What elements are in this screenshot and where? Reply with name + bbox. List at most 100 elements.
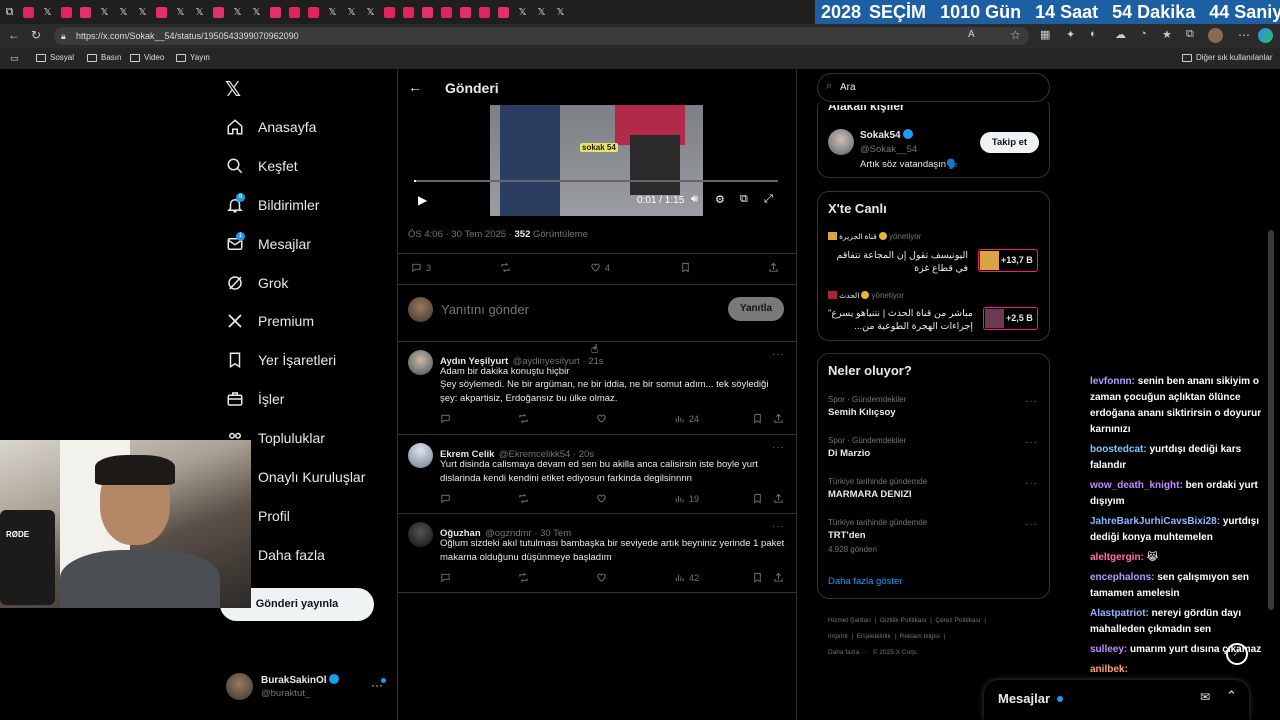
extension-icon[interactable]: ✦ bbox=[1066, 28, 1075, 41]
footer-link[interactable]: Erişilebilirlik bbox=[857, 633, 891, 640]
share-action[interactable] bbox=[768, 262, 779, 273]
reply-button[interactable]: Yanıtla bbox=[728, 297, 784, 321]
repost-action[interactable] bbox=[518, 493, 529, 504]
chat-username[interactable]: aleltgergin: bbox=[1090, 552, 1144, 563]
share-action[interactable] bbox=[773, 572, 784, 583]
browser-tab[interactable]: 𝕏 bbox=[114, 0, 133, 24]
sidebar-item-notifications[interactable]: 8 Bildirimler bbox=[226, 190, 319, 220]
reply-avatar[interactable] bbox=[408, 350, 433, 375]
sidebar-item-grok[interactable]: Grok bbox=[226, 268, 288, 298]
chat-username[interactable]: encephalons: bbox=[1090, 572, 1154, 583]
read-aloud-icon[interactable]: A bbox=[968, 29, 975, 40]
browser-tab[interactable] bbox=[76, 0, 95, 24]
related-name[interactable]: Sokak54 bbox=[860, 129, 914, 141]
like-action[interactable]: 4 bbox=[590, 262, 610, 273]
bookmark-folder-basin[interactable]: Basın bbox=[87, 53, 121, 62]
chat-username[interactable]: wow_death_knight: bbox=[1090, 480, 1183, 491]
tweet-more-icon[interactable]: ··· bbox=[772, 349, 785, 360]
browser-tab[interactable] bbox=[494, 0, 513, 24]
tweet-more-icon[interactable]: ··· bbox=[772, 521, 785, 532]
like-action[interactable] bbox=[596, 493, 607, 504]
favorites-icon[interactable]: ★ bbox=[1162, 28, 1172, 41]
footer-link[interactable]: Reklam bilgisi bbox=[900, 633, 940, 640]
reply-input[interactable]: Yanıtını gönder bbox=[441, 302, 529, 317]
url-input[interactable]: 🔒︎ https://x.com/Sokak__54/status/195054… bbox=[54, 27, 1029, 45]
browser-tab[interactable] bbox=[380, 0, 399, 24]
trend-more-icon[interactable]: ··· bbox=[1025, 437, 1038, 448]
fullscreen-icon[interactable]: ⤢ bbox=[764, 193, 773, 206]
favorite-star-icon[interactable]: ☆ bbox=[1010, 28, 1021, 42]
repost-action[interactable] bbox=[518, 413, 529, 424]
reply-action[interactable] bbox=[440, 493, 451, 504]
settings-gear-icon[interactable]: ⚙ bbox=[715, 193, 725, 206]
chat-username[interactable]: sulleey: bbox=[1090, 644, 1127, 655]
volume-icon[interactable]: 🔊︎ bbox=[691, 193, 698, 206]
account-avatar[interactable] bbox=[226, 673, 253, 700]
reply-avatar[interactable] bbox=[408, 522, 433, 547]
browser-tab[interactable]: 𝕏 bbox=[342, 0, 361, 24]
bookmark-action[interactable] bbox=[680, 262, 691, 273]
grok-floating-icon[interactable]: ⟋ bbox=[1226, 643, 1248, 665]
chat-username[interactable]: boostedcat: bbox=[1090, 444, 1147, 455]
views-action[interactable]: 24 bbox=[674, 413, 699, 424]
search-box[interactable]: ⌕ Ara bbox=[817, 73, 1050, 102]
sidebar-item-home[interactable]: Anasayfa bbox=[226, 112, 316, 142]
chat-username[interactable]: anilbek: bbox=[1090, 664, 1128, 675]
browser-tab[interactable] bbox=[456, 0, 475, 24]
scrollbar[interactable] bbox=[1268, 230, 1274, 610]
profile-avatar[interactable] bbox=[1208, 28, 1223, 43]
bookmark-action[interactable] bbox=[752, 493, 763, 504]
browser-tab[interactable]: 𝕏 bbox=[532, 0, 551, 24]
browser-tab[interactable]: 𝕏 bbox=[551, 0, 570, 24]
browser-tab[interactable] bbox=[57, 0, 76, 24]
extension-icon[interactable]: ◐ bbox=[1090, 28, 1097, 40]
browser-tab[interactable] bbox=[304, 0, 323, 24]
sidebar-item-bookmarks[interactable]: Yer İşaretleri bbox=[226, 345, 336, 375]
browser-tab[interactable] bbox=[475, 0, 494, 24]
search-input[interactable]: Ara bbox=[840, 82, 856, 93]
browser-tab[interactable]: 𝕏 bbox=[513, 0, 532, 24]
bookmark-action[interactable] bbox=[752, 572, 763, 583]
x-logo-icon[interactable]: 𝕏 bbox=[225, 77, 241, 102]
picture-in-picture-icon[interactable]: ⧉ bbox=[740, 193, 748, 206]
browser-tab[interactable]: 𝕏 bbox=[323, 0, 342, 24]
back-arrow-icon[interactable]: ← bbox=[8, 28, 20, 42]
browser-tab[interactable]: 𝕏 bbox=[171, 0, 190, 24]
other-bookmarks[interactable]: Diğer sık kullanılanlar bbox=[1182, 53, 1272, 62]
browser-tab[interactable]: 𝕏 bbox=[228, 0, 247, 24]
bookmark-folder-video[interactable]: Video bbox=[130, 53, 164, 62]
extension-icon[interactable]: ▦ bbox=[1040, 28, 1050, 41]
reply-action[interactable]: 3 bbox=[411, 262, 431, 273]
browser-tab[interactable]: 𝕏 bbox=[247, 0, 266, 24]
follow-button[interactable]: Takip et bbox=[980, 132, 1039, 153]
live-listener-count[interactable]: +13,7 B bbox=[978, 249, 1038, 272]
play-icon[interactable]: ▶ bbox=[418, 193, 427, 207]
trend-more-icon[interactable]: ··· bbox=[1025, 396, 1038, 407]
trend-more-icon[interactable]: ··· bbox=[1025, 519, 1038, 530]
sidebar-item-messages[interactable]: 1 Mesajlar bbox=[226, 229, 311, 259]
repost-action[interactable] bbox=[518, 572, 529, 583]
tablet-icon[interactable]: ▭ bbox=[10, 53, 19, 64]
browser-tab[interactable] bbox=[209, 0, 228, 24]
tweet-more-icon[interactable]: ··· bbox=[772, 442, 785, 453]
footer-link[interactable]: Gizlilik Politikası bbox=[880, 617, 927, 624]
browser-tab[interactable] bbox=[152, 0, 171, 24]
reply-avatar[interactable] bbox=[408, 443, 433, 468]
reply-action[interactable] bbox=[440, 413, 451, 424]
footer-link[interactable]: Imprint bbox=[828, 633, 848, 640]
bookmark-folder-sosyal[interactable]: Sosyal bbox=[36, 53, 74, 62]
more-icon[interactable]: ⋯ bbox=[1238, 28, 1250, 42]
views-action[interactable]: 42 bbox=[674, 572, 699, 583]
back-arrow-icon[interactable]: ← bbox=[408, 79, 422, 95]
browser-tab[interactable] bbox=[19, 0, 38, 24]
account-name[interactable]: BurakSakinOl bbox=[261, 674, 340, 686]
show-more-link[interactable]: Daha fazla göster bbox=[828, 576, 902, 587]
sidebar-item-premium[interactable]: Premium bbox=[226, 306, 314, 336]
workspaces-icon[interactable]: ⧉ bbox=[0, 0, 19, 24]
video-progress-bar[interactable] bbox=[414, 180, 778, 182]
sidebar-item-jobs[interactable]: İşler bbox=[226, 384, 284, 414]
trend-more-icon[interactable]: ··· bbox=[1025, 478, 1038, 489]
browser-tab[interactable] bbox=[266, 0, 285, 24]
share-action[interactable] bbox=[773, 413, 784, 424]
browser-tab[interactable] bbox=[399, 0, 418, 24]
